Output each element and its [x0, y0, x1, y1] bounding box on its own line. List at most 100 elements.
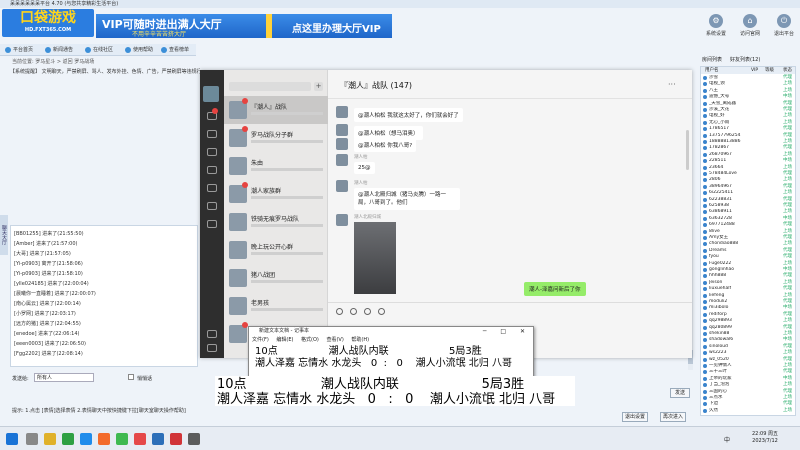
table-row[interactable]: 8live 上场: [701, 229, 795, 235]
avatar[interactable]: [336, 180, 348, 192]
list-item[interactable]: 老男孩: [224, 292, 328, 320]
table-row[interactable]: 一见钟情人 上场: [701, 363, 795, 369]
table-row[interactable]: 八王 上场: [701, 88, 795, 94]
table-row[interactable]: qq298893 上场: [701, 318, 795, 324]
list-item[interactable]: 『潮人』战队: [224, 96, 328, 124]
table-row[interactable]: 遗憾_大号 中场: [701, 94, 795, 100]
toolbar-rank[interactable]: 查看榜单: [160, 45, 189, 55]
whisper-checkbox[interactable]: [128, 374, 134, 380]
menu-view[interactable]: 查看(V): [326, 337, 343, 343]
table-row[interactable]: 沙雪 代理: [701, 75, 795, 81]
table-row[interactable]: Amy女王 代理: [701, 235, 795, 241]
notepad-text[interactable]: 10点 潮人战队内联 5局3胜 潮人泽嘉 忘情水 水龙头 0 : 0 潮人小流氓…: [255, 346, 512, 370]
list-item[interactable]: 铁骑无痕罗马战队: [224, 208, 328, 236]
table-row[interactable]: 上帝的玩家 中场: [701, 376, 795, 382]
table-row[interactable]: wz_0520 代理: [701, 357, 795, 363]
table-row[interactable]: 6258938 代理: [701, 203, 795, 209]
table-row[interactable]: shekin88 上场: [701, 331, 795, 337]
avatar[interactable]: [336, 214, 348, 226]
reenter-button[interactable]: 再次进入: [660, 412, 686, 422]
menu-format[interactable]: 格式(O): [301, 337, 319, 343]
tab-friends[interactable]: 好友列表(12): [730, 56, 760, 64]
menu-icon[interactable]: [207, 344, 217, 352]
table-row[interactable]: Dreams 代理: [701, 248, 795, 254]
app-icon[interactable]: [98, 433, 110, 445]
chat-scrollbar[interactable]: [686, 130, 689, 170]
moments-icon[interactable]: [207, 184, 217, 192]
table-row[interactable]: moduli2 代理: [701, 299, 795, 305]
table-row[interactable]: rediforp 代理: [701, 312, 795, 318]
table-row[interactable]: 26870967 上场: [701, 152, 795, 158]
table-row[interactable]: 无心_小雨 上场: [701, 120, 795, 126]
toolbar-help[interactable]: 使用帮助: [124, 45, 153, 55]
table-row[interactable]: 13757796254 代理: [701, 133, 795, 139]
side-tab[interactable]: 聊天大厅: [0, 215, 8, 255]
emoji-icon[interactable]: [336, 308, 343, 315]
send-button[interactable]: 发送: [670, 388, 690, 398]
avatar[interactable]: [203, 86, 219, 102]
table-row[interactable]: Fuge0222 上场: [701, 261, 795, 267]
table-row[interactable]: shadowal6 中场: [701, 337, 795, 343]
exit-settings-button[interactable]: 退出设置: [622, 412, 648, 422]
scissors-icon[interactable]: [364, 308, 371, 315]
toolbar-news[interactable]: 新闻通告: [44, 45, 73, 55]
table-row[interactable]: 电视_好 上场: [701, 113, 795, 119]
table-row[interactable]: 62238831 代理: [701, 197, 795, 203]
col-status[interactable]: 状态: [783, 67, 792, 74]
table-row[interactable]: liefeng 上场: [701, 293, 795, 299]
send-target-select[interactable]: 所有人: [34, 373, 94, 382]
table-row[interactable]: hhh888 代理: [701, 273, 795, 279]
menu-help[interactable]: 帮助(H): [351, 337, 369, 343]
menu-file[interactable]: 文件(F): [252, 337, 269, 343]
chat-photo[interactable]: [354, 222, 396, 294]
notepad-icon[interactable]: [188, 433, 200, 445]
folder-icon[interactable]: [44, 433, 56, 445]
toolbar-community[interactable]: 在线社区: [84, 45, 113, 55]
search-input[interactable]: [229, 82, 311, 91]
miniprogram-icon[interactable]: [207, 220, 217, 228]
settings-button[interactable]: ⚙ 系统设置: [703, 14, 729, 40]
table-row[interactable]: 1782867 代理: [701, 145, 795, 151]
table-row[interactable]: qq280899 代理: [701, 325, 795, 331]
list-item[interactable]: 潮人家族群: [224, 180, 328, 208]
table-row[interactable]: liuxuehalf 代理: [701, 286, 795, 292]
app-icon[interactable]: [134, 433, 146, 445]
more-icon[interactable]: ···: [668, 80, 676, 89]
table-row[interactable]: 18888813886 上场: [701, 139, 795, 145]
menu-edit[interactable]: 编辑(E): [276, 337, 293, 343]
table-row[interactable]: 丁当_泡泡 上场: [701, 382, 795, 388]
table-row[interactable]: 电视_领 上场: [701, 81, 795, 87]
col-name[interactable]: 用户名: [705, 67, 719, 74]
table-row[interactable]: 三点水 上场: [701, 395, 795, 401]
vip-banner[interactable]: VIP可随时进出满人大厅 不用辛辛苦苦挤大厅 点这里办理大厅VIP: [96, 14, 392, 38]
avatar[interactable]: [336, 124, 348, 136]
table-row[interactable]: 1786517 代理: [701, 126, 795, 132]
contacts-icon[interactable]: [207, 130, 217, 138]
list-item[interactable]: 朱由: [224, 152, 328, 180]
app-icon[interactable]: [152, 433, 164, 445]
app-icon[interactable]: [170, 433, 182, 445]
toolbar-home[interactable]: 平台首页: [4, 45, 33, 55]
favorites-icon[interactable]: [207, 148, 217, 156]
add-chat-button[interactable]: +: [314, 82, 323, 91]
table-row[interactable]: mi3ibolo 中场: [701, 305, 795, 311]
clock[interactable]: 22:09 周五 2023/7/12: [752, 431, 778, 445]
list-item[interactable]: 罗马战队分子群: [224, 124, 328, 152]
list-item[interactable]: 猪八战团: [224, 264, 328, 292]
ime-indicator[interactable]: 中: [724, 435, 730, 444]
folder-icon[interactable]: [207, 166, 217, 174]
app-icon[interactable]: [80, 433, 92, 445]
table-row[interactable]: 下边 代理: [701, 401, 795, 407]
table-row[interactable]: 三十三叶 代理: [701, 369, 795, 375]
table-row[interactable]: Jeison 上场: [701, 280, 795, 286]
table-row[interactable]: chondiao888 上场: [701, 241, 795, 247]
table-row[interactable]: 三国的心 代理: [701, 389, 795, 395]
phone-icon[interactable]: [207, 330, 217, 338]
table-row[interactable]: fyou 代理: [701, 254, 795, 260]
table-row[interactable]: 578484Love 代理: [701, 171, 795, 177]
table-row[interactable]: ws2223 上场: [701, 350, 795, 356]
start-icon[interactable]: [6, 433, 18, 445]
table-row[interactable]: 228511 中场: [701, 158, 795, 164]
website-button[interactable]: ⌂ 访问官网: [737, 14, 763, 40]
exit-button[interactable]: ⏻ 退出平台: [771, 14, 797, 40]
